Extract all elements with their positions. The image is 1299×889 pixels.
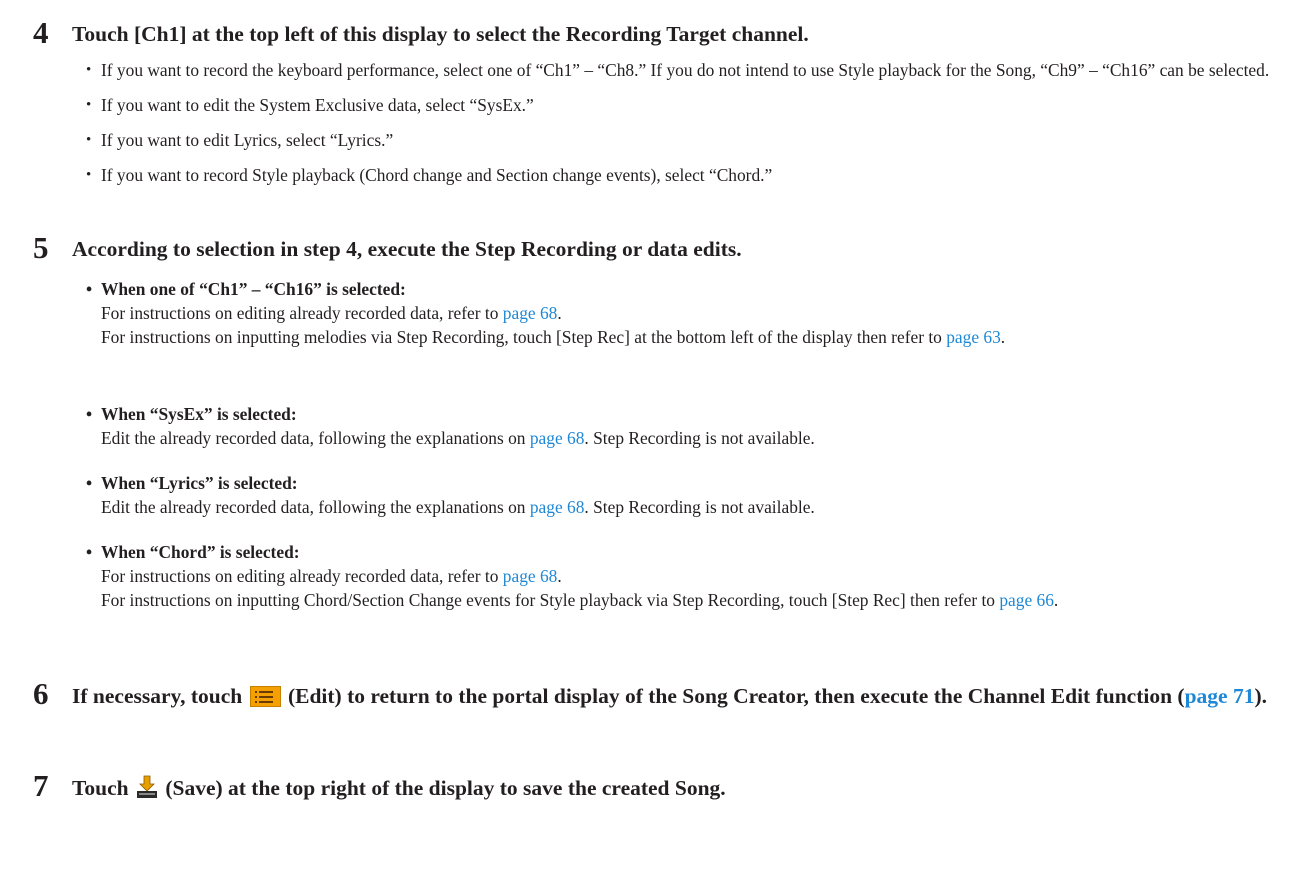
section-body: For instructions on editing already reco… <box>86 301 1279 349</box>
text: Touch <box>72 776 134 800</box>
step-5-ch-section: When one of “Ch1” – “Ch16” is selected: … <box>86 277 1279 349</box>
step-number: 5 <box>33 230 49 265</box>
page-link[interactable]: page 71 <box>1185 684 1255 708</box>
text: For instructions on editing already reco… <box>101 303 503 323</box>
text: If necessary, touch <box>72 684 248 708</box>
step-title: Touch [Ch1] at the top left of this disp… <box>72 22 809 46</box>
step-5-chord-section: When “Chord” is selected: For instructio… <box>86 540 1279 612</box>
page-link[interactable]: page 68 <box>530 497 585 517</box>
page-link[interactable]: page 68 <box>503 303 558 323</box>
text: Edit the already recorded data, followin… <box>101 497 530 517</box>
save-download-icon <box>135 775 158 799</box>
page-link[interactable]: page 66 <box>999 590 1054 610</box>
text: . <box>1000 327 1006 347</box>
page-link[interactable]: page 68 <box>503 566 558 586</box>
text: (Edit) to return to the portal display o… <box>282 684 1185 708</box>
step-5-lyrics-section: When “Lyrics” is selected: Edit the alre… <box>86 471 1279 519</box>
list-item: If you want to record Style playback (Ch… <box>86 163 1279 187</box>
section-heading: When “Lyrics” is selected: <box>86 471 1279 495</box>
section-heading: When one of “Ch1” – “Ch16” is selected: <box>86 277 1279 301</box>
edit-list-icon <box>249 686 281 707</box>
text: (Save) at the top right of the display t… <box>159 776 726 800</box>
step-title: If necessary, touch (Edit) to return to … <box>72 681 1279 711</box>
step-number: 6 <box>33 676 49 711</box>
text: . Step Recording is not available. <box>584 497 815 517</box>
section-heading: When “SysEx” is selected: <box>86 402 1279 426</box>
section-body: Edit the already recorded data, followin… <box>86 495 1279 519</box>
step-5-sysex-section: When “SysEx” is selected: Edit the alrea… <box>86 402 1279 450</box>
text: . <box>557 303 562 323</box>
section-body: Edit the already recorded data, followin… <box>86 426 1279 450</box>
list-item: If you want to edit Lyrics, select “Lyri… <box>86 128 1279 152</box>
text: ). <box>1254 684 1267 708</box>
step-title: According to selection in step 4, execut… <box>72 237 742 261</box>
page-link[interactable]: page 63 <box>946 327 1001 347</box>
text: For instructions on inputting melodies v… <box>101 327 947 347</box>
text: Edit the already recorded data, followin… <box>101 428 530 448</box>
section-heading: When “Chord” is selected: <box>86 540 1279 564</box>
text: . Step Recording is not available. <box>584 428 815 448</box>
step-number: 7 <box>33 768 49 803</box>
step-4-bullet-list: If you want to record the keyboard perfo… <box>86 58 1279 198</box>
list-item: If you want to record the keyboard perfo… <box>86 58 1279 82</box>
step-title: Touch (Save) at the top right of the dis… <box>72 773 1279 803</box>
list-item: If you want to edit the System Exclusive… <box>86 93 1279 117</box>
text: . <box>557 566 562 586</box>
page-link[interactable]: page 68 <box>530 428 585 448</box>
paragraph: For instructions on inputting Chord/Sect… <box>101 588 1279 612</box>
step-number: 4 <box>33 15 49 50</box>
text: . <box>1053 590 1059 610</box>
text: For instructions on inputting Chord/Sect… <box>101 590 1000 610</box>
paragraph: For instructions on editing already reco… <box>101 301 1279 325</box>
text: For instructions on editing already reco… <box>101 566 503 586</box>
section-body: For instructions on editing already reco… <box>86 564 1279 612</box>
paragraph: For instructions on editing already reco… <box>101 564 1279 588</box>
paragraph: For instructions on inputting melodies v… <box>101 325 1279 349</box>
